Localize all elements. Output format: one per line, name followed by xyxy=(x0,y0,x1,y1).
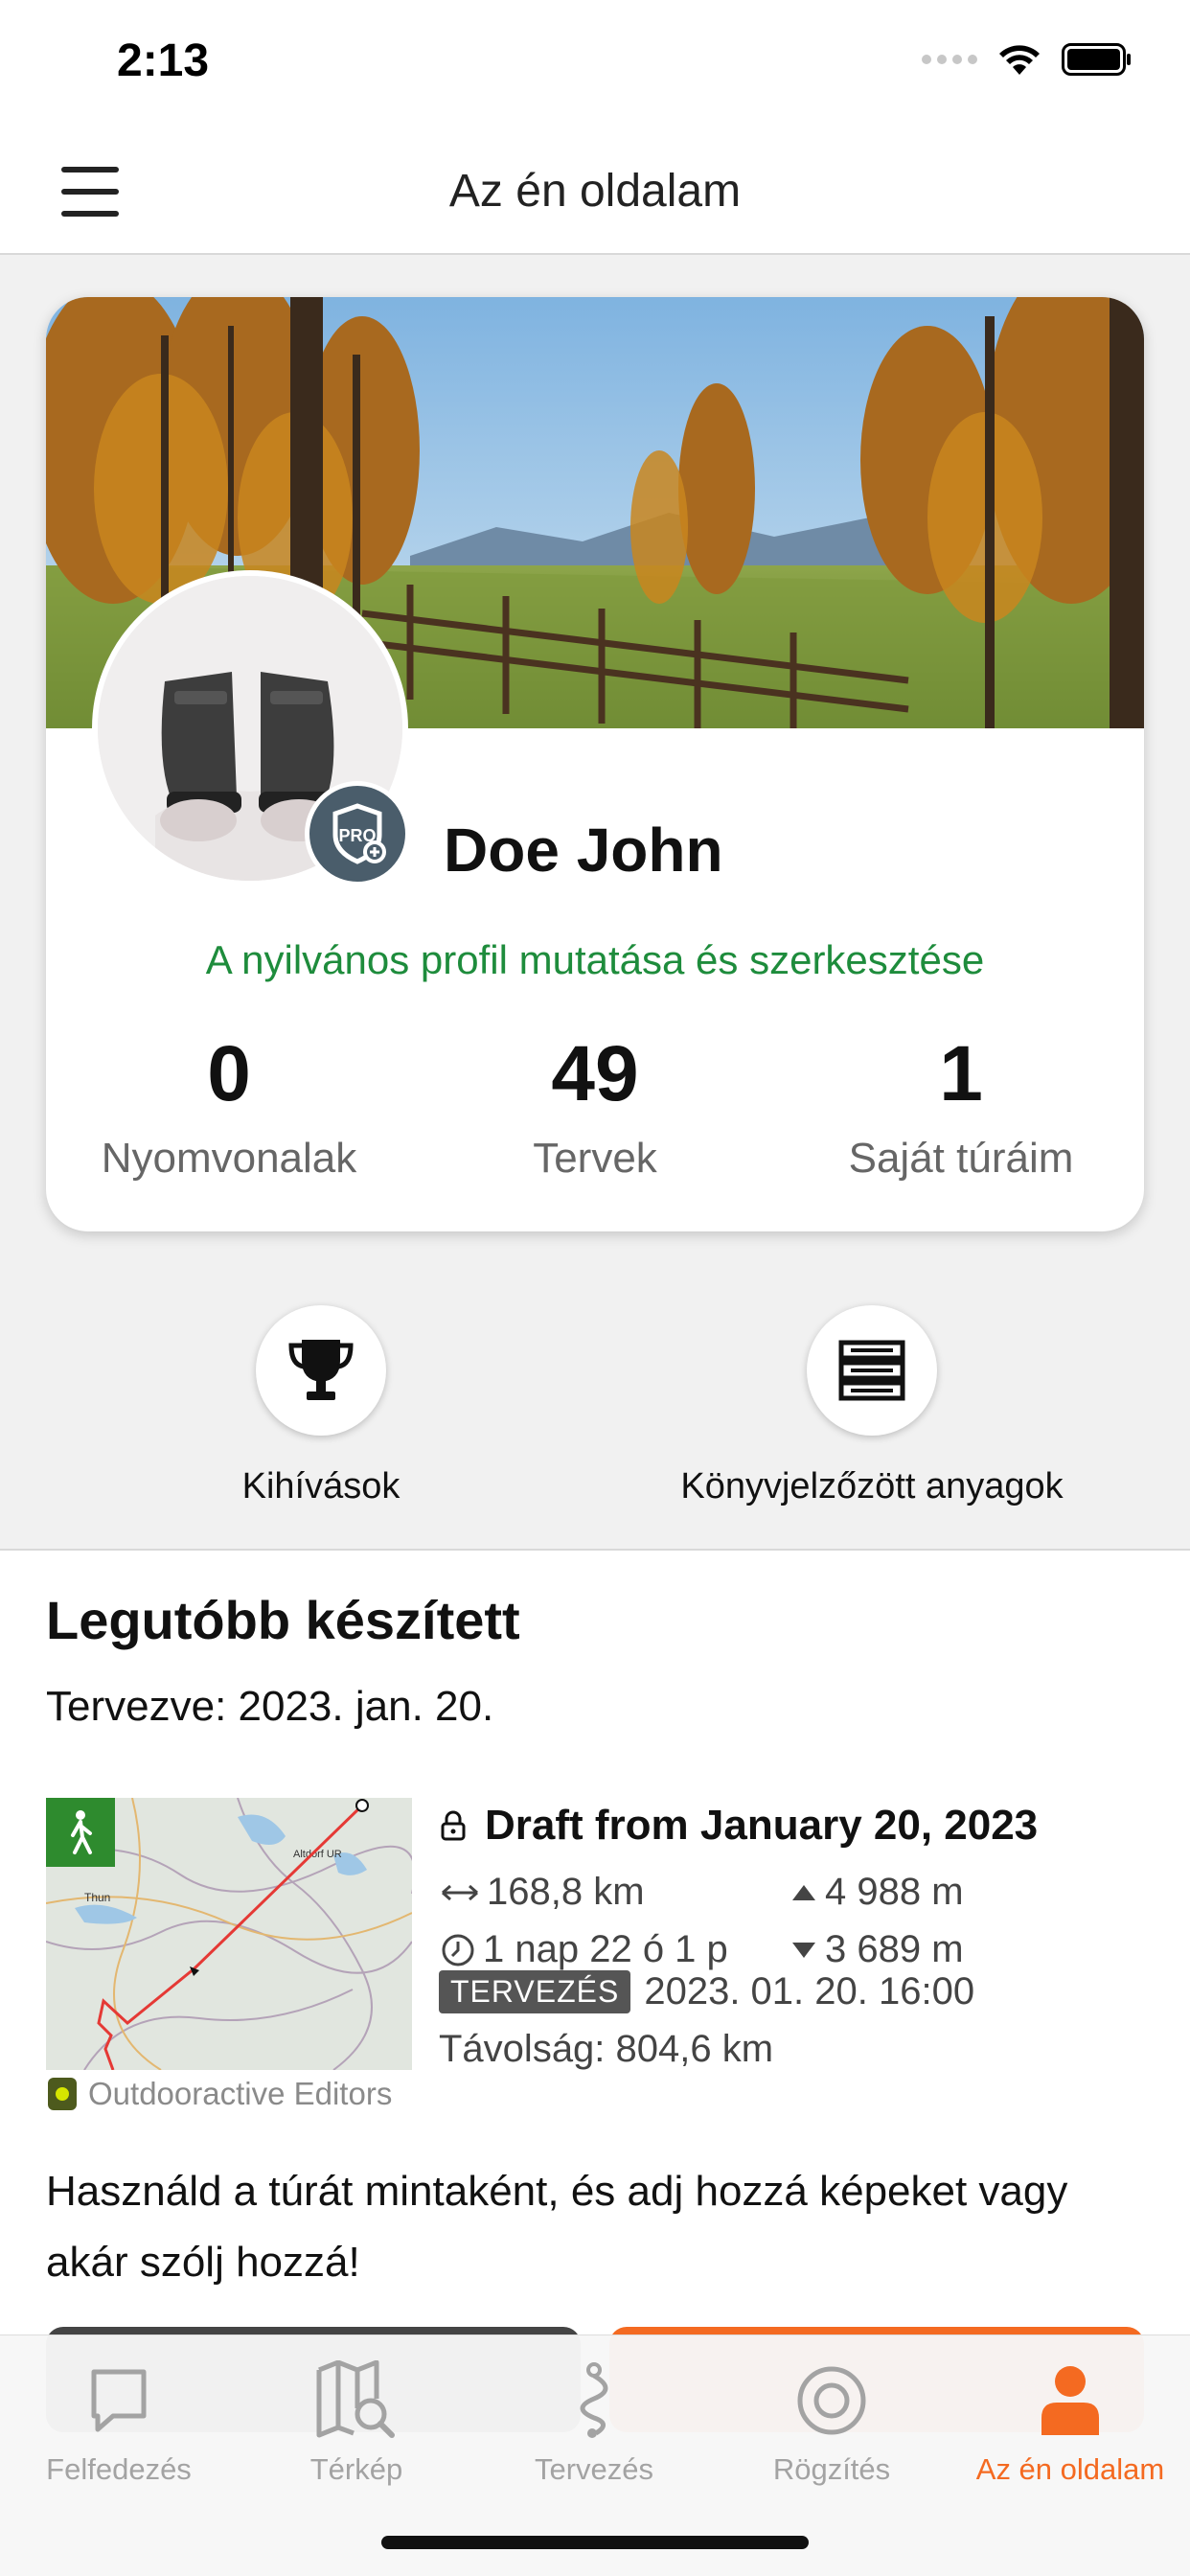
descent-icon xyxy=(792,1942,815,1958)
tab-map-label: Térkép xyxy=(309,2452,403,2486)
status-bar: 2:13 xyxy=(0,0,1190,130)
tour-ascent-row: 4 988 m xyxy=(790,1871,964,1914)
record-icon xyxy=(713,2355,950,2447)
tab-my-page[interactable]: Az én oldalam xyxy=(950,2355,1190,2487)
stat-tracks-value: 0 xyxy=(207,1030,251,1117)
trophy-icon xyxy=(256,1305,386,1436)
map-label-thun: Thun xyxy=(84,1891,110,1904)
battery-icon xyxy=(1062,43,1131,76)
bookmarks-button[interactable]: Könyvjelzőzött anyagok xyxy=(671,1305,1073,1507)
tab-planner[interactable]: Tervezés xyxy=(475,2355,713,2487)
stat-tracks[interactable]: 0 Nyomvonalak xyxy=(46,1035,412,1183)
public-profile-link[interactable]: A nyilvános profil mutatása és szerkeszt… xyxy=(46,937,1144,983)
stat-plans-value: 49 xyxy=(551,1030,639,1117)
tab-explore[interactable]: Felfedezés xyxy=(0,2355,238,2487)
bookmarks-list-icon xyxy=(807,1305,937,1436)
wifi-icon xyxy=(999,45,1040,75)
map-source-text: Outdooractive Editors xyxy=(88,2076,393,2111)
clock-icon xyxy=(442,1934,474,1966)
page-title: Az én oldalam xyxy=(448,166,742,217)
tab-planner-label: Tervezés xyxy=(534,2452,654,2486)
map-source: Outdooractive Editors xyxy=(48,2076,392,2112)
tab-explore-label: Felfedezés xyxy=(46,2452,192,2486)
explore-icon xyxy=(0,2355,238,2447)
map-search-icon xyxy=(238,2355,475,2447)
profile-card: PRO Doe John A nyilvános profil mutatása… xyxy=(46,297,1144,1231)
tour-distance: 168,8 km xyxy=(487,1871,645,1913)
stat-tracks-label: Nyomvonalak xyxy=(101,1135,357,1182)
signal-icon xyxy=(922,55,977,64)
bookmarks-label: Könyvjelzőzött anyagok xyxy=(680,1466,1064,1506)
stat-plans-label: Tervek xyxy=(533,1135,657,1182)
status-badge: TERVEZÉS xyxy=(439,1970,631,2013)
person-icon xyxy=(950,2355,1190,2447)
avatar-wrap[interactable]: PRO xyxy=(92,570,410,886)
tab-my-page-label: Az én oldalam xyxy=(975,2452,1165,2486)
status-time: 2:13 xyxy=(117,35,210,86)
stat-my-tours-value: 1 xyxy=(939,1030,983,1117)
tour-datetime: 2023. 01. 20. 16:00 xyxy=(644,1970,975,2012)
stat-plans[interactable]: 49 Tervek xyxy=(412,1035,778,1183)
pro-badge-icon: PRO xyxy=(305,781,410,886)
challenges-button[interactable]: Kihívások xyxy=(206,1305,436,1507)
planned-date: Tervezve: 2023. jan. 20. xyxy=(46,1683,494,1730)
home-indicator[interactable] xyxy=(381,2536,809,2549)
stat-my-tours-label: Saját túráim xyxy=(848,1135,1074,1182)
profile-name: Doe John xyxy=(444,816,723,885)
distance-arrows-icon xyxy=(442,1884,478,1900)
tour-title[interactable]: Draft from January 20, 2023 xyxy=(441,1802,1038,1850)
hiking-icon xyxy=(46,1798,115,1867)
status-icons xyxy=(922,42,1133,77)
tour-descent: 3 689 m xyxy=(825,1928,964,1970)
tour-description: Használd a túrát mintaként, és adj hozzá… xyxy=(46,2168,1068,2286)
tour-duration-row: 1 nap 22 ó 1 p xyxy=(441,1928,728,1971)
tab-record[interactable]: Rögzítés xyxy=(713,2355,950,2487)
tour-ascent: 4 988 m xyxy=(825,1871,964,1913)
lock-icon xyxy=(441,1810,466,1841)
tour-title-text: Draft from January 20, 2023 xyxy=(485,1802,1039,1849)
challenges-label: Kihívások xyxy=(241,1466,400,1506)
ascent-icon xyxy=(792,1884,815,1900)
tour-status-row: TERVEZÉS 2023. 01. 20. 16:00 xyxy=(439,1970,974,2013)
outdooractive-logo-icon xyxy=(48,2078,77,2110)
tour-map-thumbnail[interactable]: Thun Altdorf UR xyxy=(46,1798,412,2070)
tour-total-distance: Távolság: 804,6 km xyxy=(439,2028,774,2070)
profile-stats: 0 Nyomvonalak 49 Tervek 1 Saját túráim xyxy=(46,1035,1144,1183)
tour-descent-row: 3 689 m xyxy=(790,1928,964,1971)
stat-my-tours[interactable]: 1 Saját túráim xyxy=(778,1035,1144,1183)
tour-duration: 1 nap 22 ó 1 p xyxy=(483,1928,728,1970)
section-title: Legutóbb készített xyxy=(46,1590,520,1650)
tour-distance-row: 168,8 km xyxy=(441,1871,645,1914)
route-planner-icon xyxy=(475,2355,713,2447)
tab-map[interactable]: Térkép xyxy=(238,2355,475,2487)
tab-record-label: Rögzítés xyxy=(772,2452,891,2486)
nav-header: Az én oldalam xyxy=(0,130,1190,255)
